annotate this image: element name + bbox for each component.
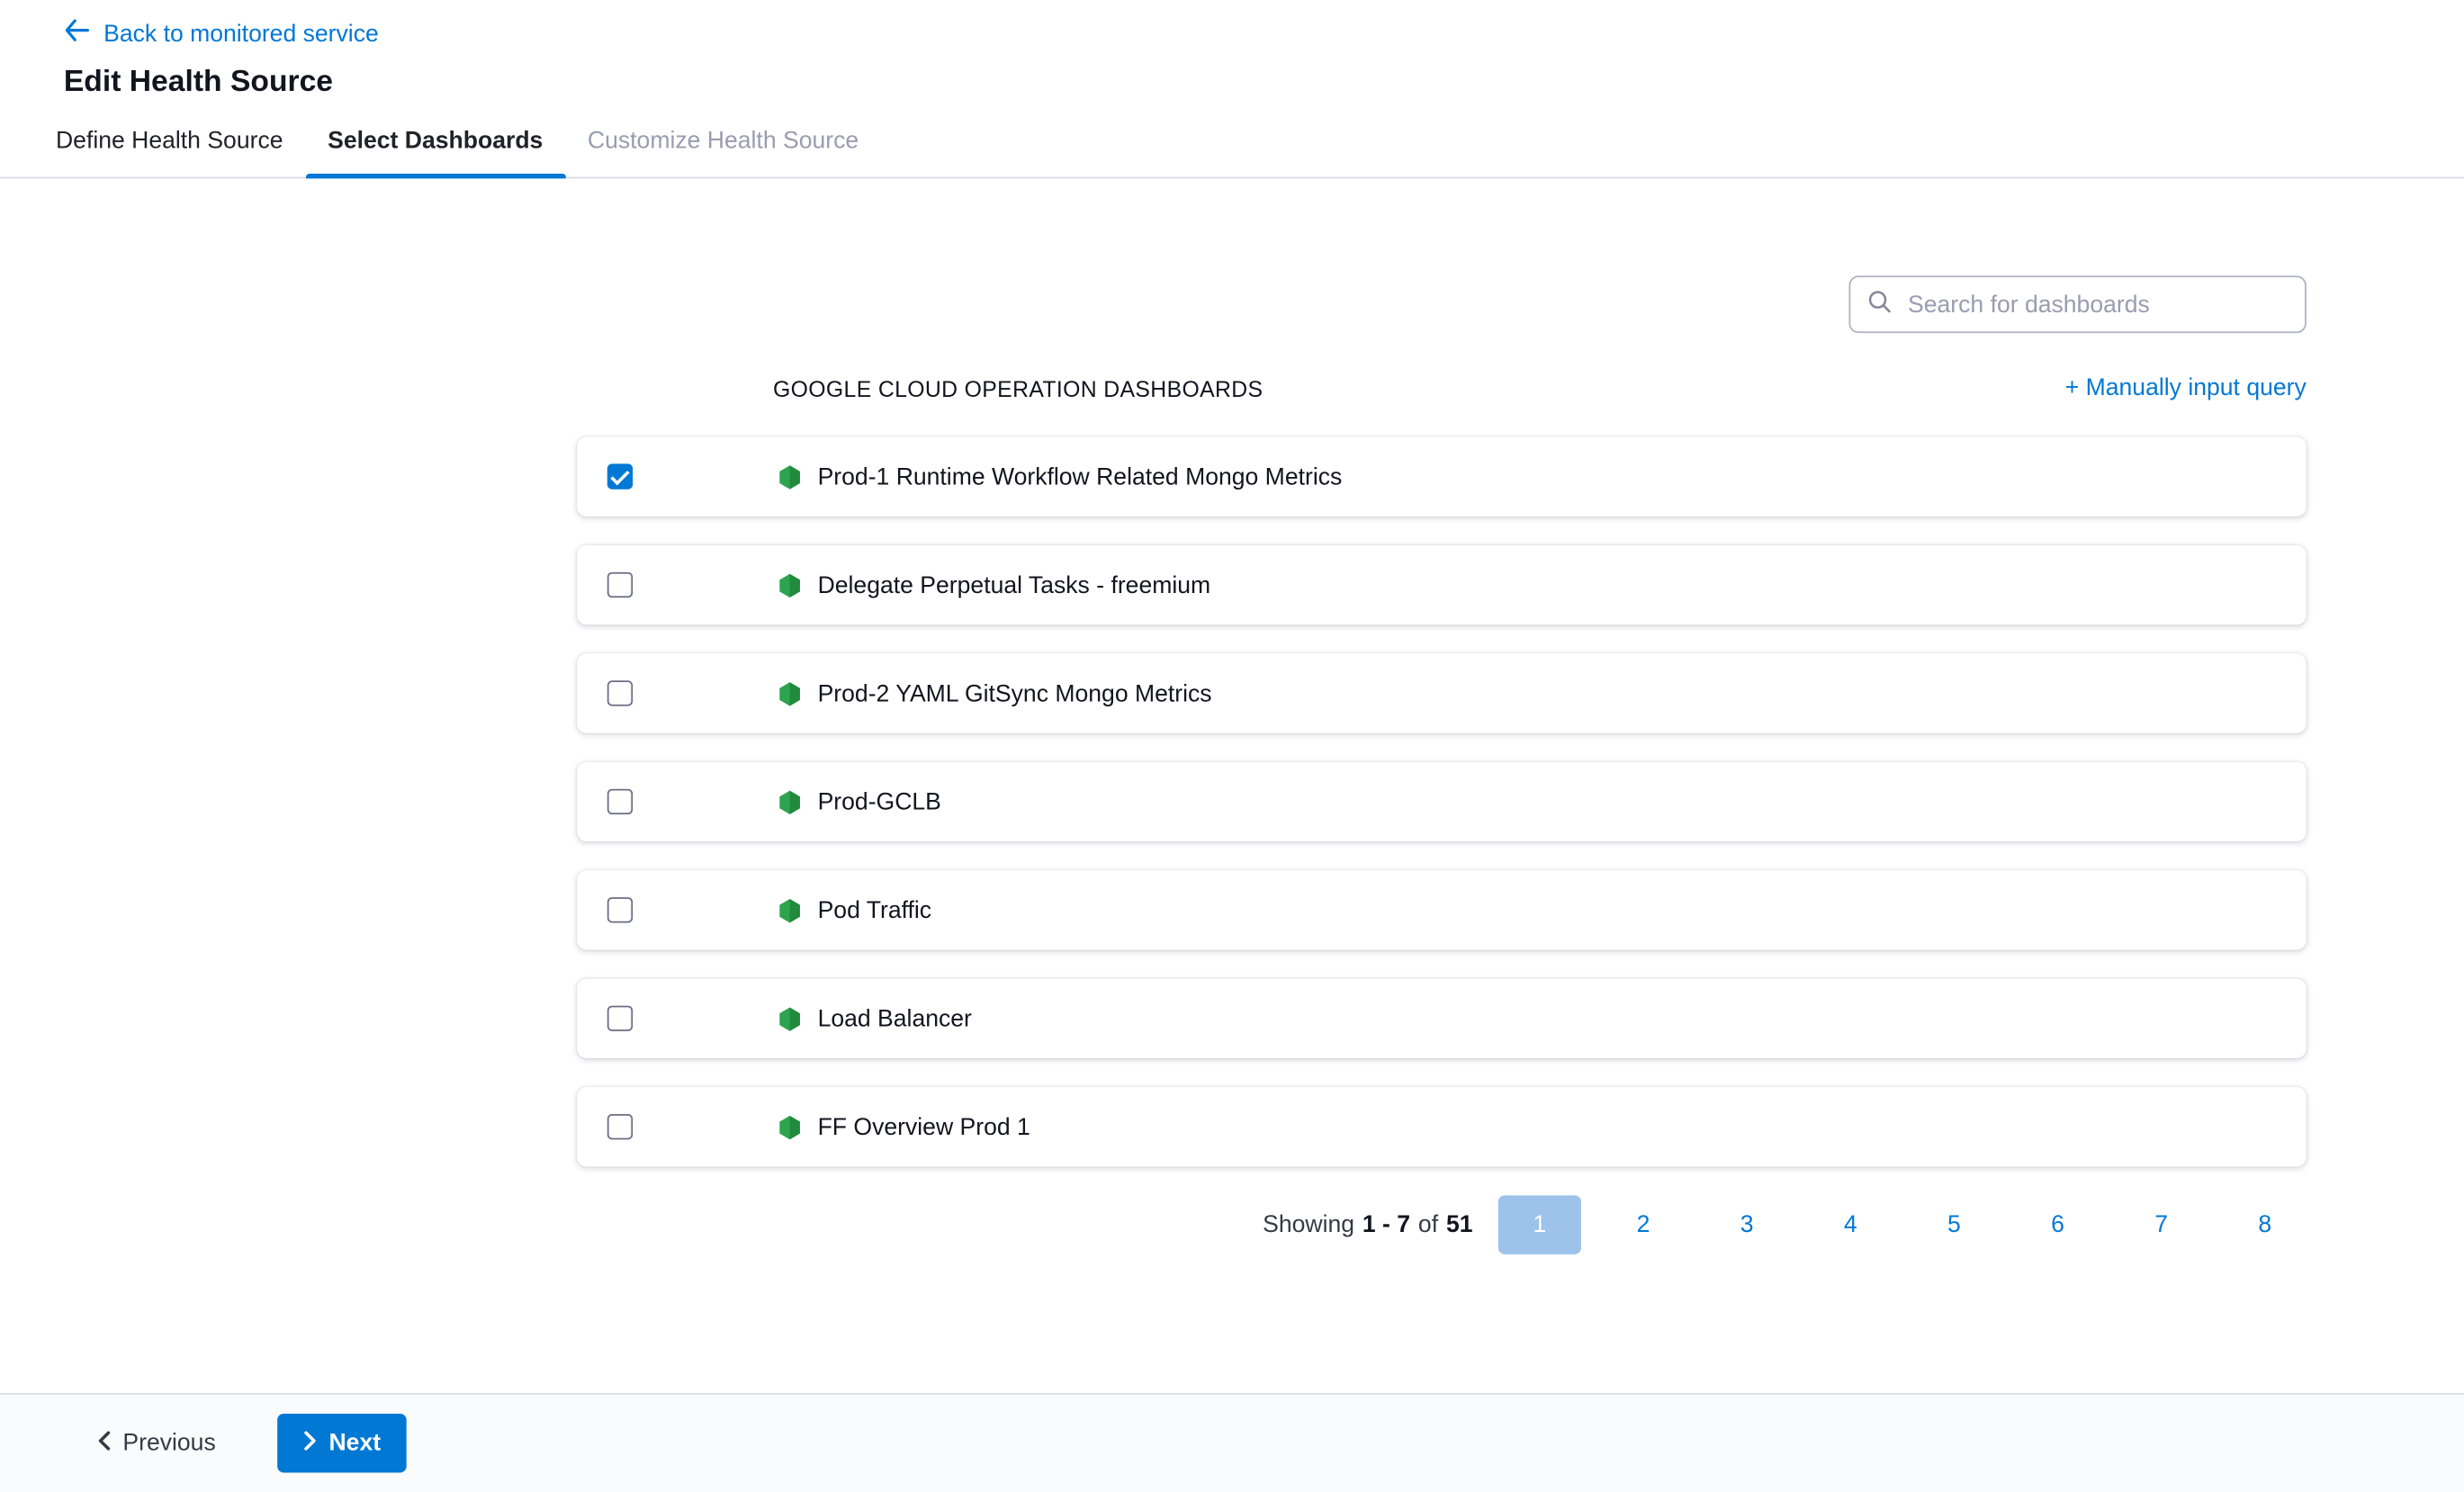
pagination-summary: Showing 1 - 7 of 51 [1263,1211,1472,1238]
previous-button[interactable]: Previous [87,1428,225,1459]
showing-of: of [1418,1211,1438,1238]
chevron-left-icon [97,1430,112,1457]
pagination: Showing 1 - 7 of 51 12345678 [577,1195,2307,1254]
dashboard-hexagon-icon [777,896,804,923]
page-button-2[interactable]: 2 [1602,1195,1685,1254]
page-button-8[interactable]: 8 [2224,1195,2307,1254]
list-header: GOOGLE CLOUD OPERATION DASHBOARDS + Manu… [577,374,2307,401]
showing-prefix: Showing [1263,1211,1354,1238]
tab-define-health-source[interactable]: Define Health Source [33,128,305,177]
tab-customize-health-source[interactable]: Customize Health Source [565,128,881,177]
dashboard-row-main: Prod-2 YAML GitSync Mongo Metrics [777,679,1212,706]
pagination-pages: 12345678 [1498,1195,2307,1254]
tab-select-dashboards[interactable]: Select Dashboards [305,128,565,177]
dashboard-row[interactable]: FF Overview Prod 1 [577,1087,2307,1167]
dashboard-label: Load Balancer [818,1005,972,1032]
dashboard-row[interactable]: Prod-GCLB [577,762,2307,842]
edit-health-source-page: Back to monitored service Edit Health So… [0,0,2464,1492]
dashboard-row-main: Delegate Perpetual Tasks - freemium [777,571,1211,598]
dashboard-row-main: Load Balancer [777,1005,972,1032]
dashboard-hexagon-icon [777,463,804,490]
page-button-7[interactable]: 7 [2120,1195,2203,1254]
next-button-label: Next [328,1430,381,1457]
dashboard-row-main: Prod-GCLB [777,788,941,815]
dashboard-row[interactable]: Prod-2 YAML GitSync Mongo Metrics [577,653,2307,733]
search-icon [1866,288,1892,321]
dashboard-checkbox[interactable] [607,1114,633,1139]
dashboard-hexagon-icon [777,788,804,815]
dashboard-label: Prod-2 YAML GitSync Mongo Metrics [818,679,1212,706]
showing-total: 51 [1446,1211,1473,1238]
dashboard-row[interactable]: Delegate Perpetual Tasks - freemium [577,545,2307,625]
dashboard-label: Pod Traffic [818,896,932,923]
page-button-1[interactable]: 1 [1498,1195,1581,1254]
page-button-5[interactable]: 5 [1912,1195,1995,1254]
dashboard-group-title: GOOGLE CLOUD OPERATION DASHBOARDS [773,375,1263,400]
dashboard-checkbox[interactable] [607,789,633,814]
dashboard-hexagon-icon [777,571,804,598]
dashboard-hexagon-icon [777,1005,804,1032]
dashboard-row[interactable]: Load Balancer [577,978,2307,1058]
showing-range: 1 - 7 [1362,1211,1410,1238]
page-button-4[interactable]: 4 [1809,1195,1892,1254]
dashboard-row[interactable]: Prod-1 Runtime Workflow Related Mongo Me… [577,436,2307,517]
dashboard-row-main: Prod-1 Runtime Workflow Related Mongo Me… [777,463,1343,490]
dashboard-label: FF Overview Prod 1 [818,1113,1030,1140]
dashboard-row[interactable]: Pod Traffic [577,870,2307,950]
back-link[interactable]: Back to monitored service [64,19,379,48]
dashboard-checkbox[interactable] [607,1006,633,1031]
dashboard-row-main: Pod Traffic [777,896,932,923]
dashboard-checkbox[interactable] [607,680,633,706]
back-arrow-icon [64,19,89,48]
manually-input-query-link[interactable]: + Manually input query [2065,374,2307,401]
page-button-3[interactable]: 3 [1705,1195,1788,1254]
dashboard-list: Prod-1 Runtime Workflow Related Mongo Me… [577,436,2307,1166]
back-link-label: Back to monitored service [103,20,379,47]
dashboard-label: Prod-1 Runtime Workflow Related Mongo Me… [818,463,1343,490]
search-input[interactable] [1904,289,2289,319]
dashboard-label: Delegate Perpetual Tasks - freemium [818,571,1211,598]
dashboard-checkbox[interactable] [607,897,633,922]
dashboard-checkbox[interactable] [607,463,633,489]
footer-bar: Previous Next [0,1393,2464,1492]
page-header: Back to monitored service Edit Health So… [0,0,2464,101]
dashboard-hexagon-icon [777,1113,804,1140]
dashboard-row-main: FF Overview Prod 1 [777,1113,1030,1140]
dashboard-checkbox[interactable] [607,572,633,598]
wizard-tabbar: Define Health Source Select Dashboards C… [0,128,2464,179]
page-button-6[interactable]: 6 [2016,1195,2099,1254]
page-title: Edit Health Source [64,66,2464,101]
dashboard-hexagon-icon [777,679,804,706]
main-content: GOOGLE CLOUD OPERATION DASHBOARDS + Manu… [577,178,2307,1254]
previous-button-label: Previous [122,1430,215,1457]
chevron-right-icon [303,1430,318,1457]
dashboard-label: Prod-GCLB [818,788,941,815]
dashboard-search-box [1848,275,2306,333]
next-button[interactable]: Next [278,1414,407,1473]
